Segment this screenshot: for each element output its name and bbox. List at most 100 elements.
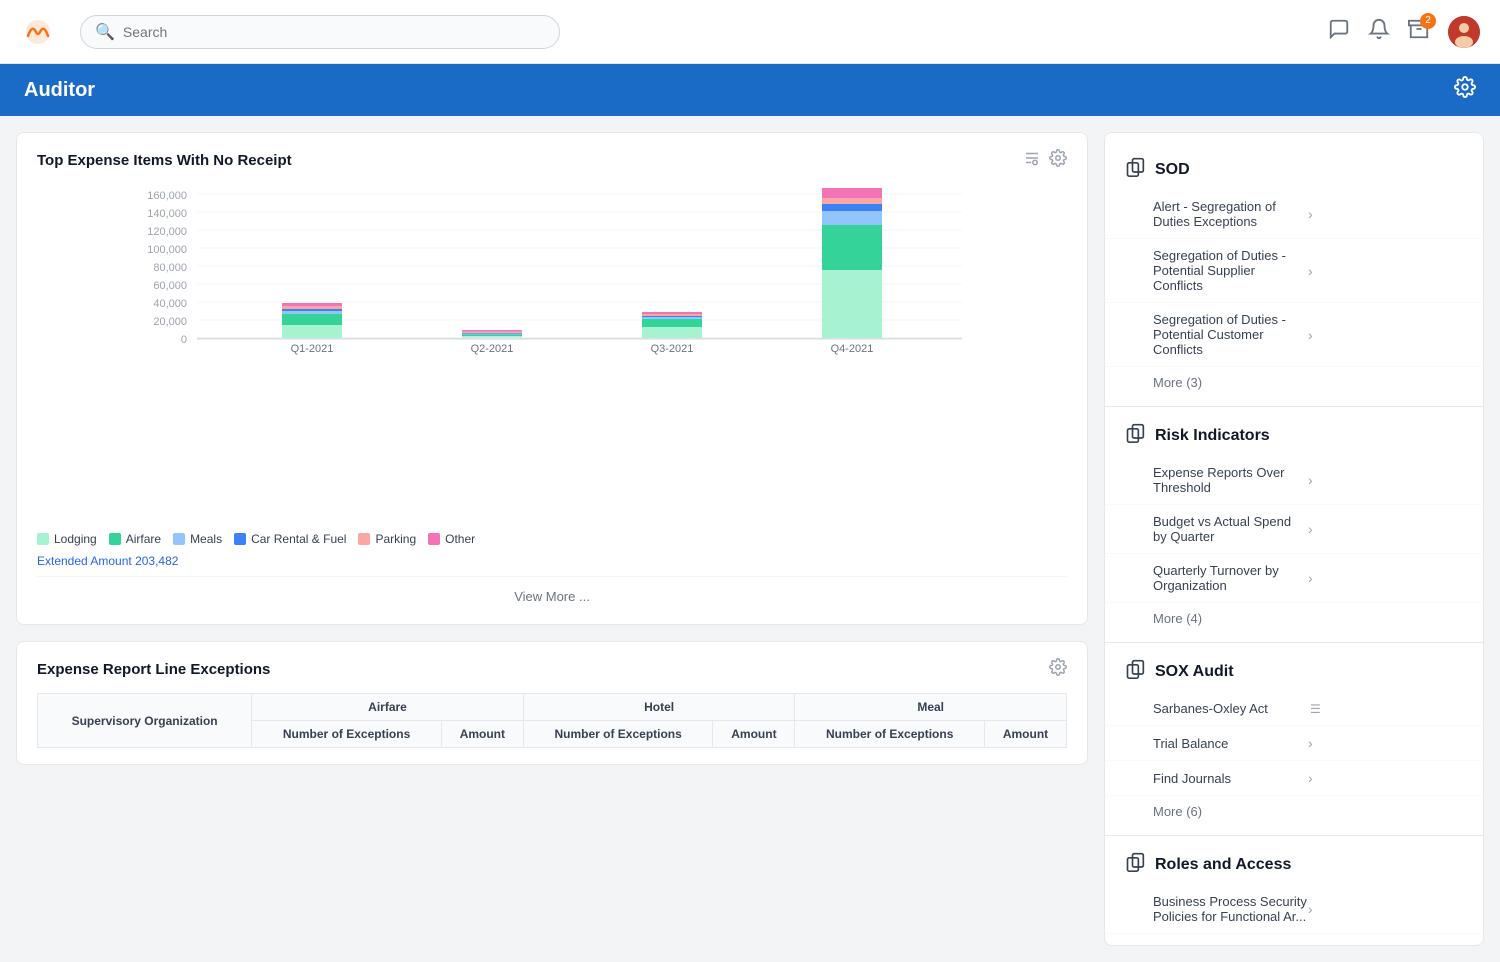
legend-car-rental: Car Rental & Fuel	[234, 532, 346, 546]
sidebar-item-find-journals[interactable]: Find Journals ›	[1105, 761, 1483, 796]
inbox-icon[interactable]: 2	[1408, 18, 1430, 46]
col-hotel-amount: Amount	[713, 721, 795, 748]
risk-more[interactable]: More (4)	[1105, 603, 1483, 634]
header-bar: Auditor	[0, 64, 1500, 116]
sod-more[interactable]: More (3)	[1105, 367, 1483, 398]
chevron-right-icon: ›	[1308, 570, 1463, 586]
divider-1	[1105, 406, 1483, 407]
col-airfare-exceptions: Number of Exceptions	[252, 721, 442, 748]
extended-amount: Extended Amount 203,482	[37, 554, 1067, 568]
legend-parking: Parking	[358, 532, 416, 546]
chat-icon[interactable]	[1328, 18, 1350, 46]
table-settings-icon[interactable]	[1049, 658, 1067, 681]
col-group-hotel: Hotel	[523, 694, 795, 721]
chevron-right-icon: ›	[1308, 521, 1463, 537]
notifications-icon[interactable]	[1368, 18, 1390, 46]
top-navigation: 🔍 2	[0, 0, 1500, 64]
sox-more[interactable]: More (6)	[1105, 796, 1483, 827]
legend-other: Other	[428, 532, 475, 546]
roles-section-header: Roles and Access	[1105, 844, 1483, 885]
chevron-right-icon: ›	[1308, 735, 1463, 751]
sidebar-item-sod-supplier[interactable]: Segregation of Duties - Potential Suppli…	[1105, 239, 1483, 303]
col-meal-exceptions: Number of Exceptions	[795, 721, 985, 748]
table-card: Expense Report Line Exceptions Superviso…	[16, 641, 1088, 765]
svg-text:140,000: 140,000	[147, 208, 187, 220]
sod-label: SOD	[1155, 161, 1190, 179]
sidebar-item-quarterly-turnover[interactable]: Quarterly Turnover by Organization ›	[1105, 554, 1483, 603]
chart-actions	[1023, 149, 1067, 172]
chart-legend: Lodging Airfare Meals Car Rental & Fuel …	[37, 532, 1067, 546]
sidebar-item-bpsp[interactable]: Business Process Security Policies for F…	[1105, 885, 1483, 934]
extended-value: 203,482	[135, 554, 178, 568]
sidebar-section-roles: Roles and Access Business Process Securi…	[1105, 844, 1483, 934]
risk-label: Risk Indicators	[1155, 427, 1270, 445]
topnav-right: 2	[1328, 16, 1480, 48]
svg-text:60,000: 60,000	[153, 280, 187, 292]
sidebar-section-sox: SOX Audit Sarbanes-Oxley Act ☰ Trial Bal…	[1105, 651, 1483, 827]
chart-svg: 160,000 140,000 120,000 100,000 80,000 6…	[37, 184, 1067, 494]
svg-text:80,000: 80,000	[153, 262, 187, 274]
legend-airfare: Airfare	[109, 532, 161, 546]
chart-title: Top Expense Items With No Receipt	[37, 152, 1023, 169]
sidebar-item-sod-customer[interactable]: Segregation of Duties - Potential Custom…	[1105, 303, 1483, 367]
svg-text:40,000: 40,000	[153, 298, 187, 310]
search-icon: 🔍	[95, 22, 115, 42]
right-sidebar: SOD Alert - Segregation of Duties Except…	[1104, 132, 1484, 946]
col-hotel-exceptions: Number of Exceptions	[523, 721, 713, 748]
sidebar-item-alert-sod[interactable]: Alert - Segregation of Duties Exceptions…	[1105, 190, 1483, 239]
search-bar[interactable]: 🔍	[80, 15, 560, 49]
col-group-airfare: Airfare	[252, 694, 524, 721]
chevron-right-icon: ›	[1308, 327, 1463, 343]
exceptions-table: Supervisory Organization Airfare Hotel M…	[37, 693, 1067, 748]
user-avatar[interactable]	[1448, 16, 1480, 48]
svg-text:120,000: 120,000	[147, 226, 187, 238]
sidebar-item-trial-balance[interactable]: Trial Balance ›	[1105, 726, 1483, 761]
main-layout: Top Expense Items With No Receipt	[0, 116, 1500, 962]
sod-section-header: SOD	[1105, 149, 1483, 190]
divider-3	[1105, 835, 1483, 836]
settings-icon[interactable]	[1454, 76, 1476, 104]
col-group-meal: Meal	[795, 694, 1067, 721]
chevron-right-icon: ›	[1308, 901, 1463, 917]
inbox-badge: 2	[1420, 13, 1436, 29]
svg-text:20,000: 20,000	[153, 316, 187, 328]
sidebar-section-sod: SOD Alert - Segregation of Duties Except…	[1105, 149, 1483, 398]
svg-text:0: 0	[181, 334, 187, 346]
divider-2	[1105, 642, 1483, 643]
sox-label: SOX Audit	[1155, 663, 1234, 681]
sarbanes-indicator: ☰	[1310, 702, 1463, 716]
chevron-right-icon: ›	[1308, 206, 1463, 222]
chevron-right-icon: ›	[1308, 263, 1463, 279]
svg-text:100,000: 100,000	[147, 244, 187, 256]
view-more-button[interactable]: View More ...	[37, 576, 1067, 608]
svg-text:Q3-2021: Q3-2021	[651, 343, 694, 355]
filter-icon[interactable]	[1023, 149, 1041, 172]
page-title: Auditor	[24, 79, 95, 102]
sidebar-item-budget-vs-actual[interactable]: Budget vs Actual Spend by Quarter ›	[1105, 505, 1483, 554]
table-title: Expense Report Line Exceptions	[37, 661, 1049, 678]
roles-icon	[1125, 852, 1145, 877]
search-input[interactable]	[123, 24, 545, 40]
sidebar-section-risk: Risk Indicators Expense Reports Over Thr…	[1105, 415, 1483, 634]
sidebar-item-sarbanes[interactable]: Sarbanes-Oxley Act ☰	[1105, 692, 1483, 726]
col-meal-amount: Amount	[985, 721, 1067, 748]
col-supervisory-org: Supervisory Organization	[38, 694, 252, 748]
svg-text:Q4-2021: Q4-2021	[831, 343, 874, 355]
svg-text:Q1-2021: Q1-2021	[291, 343, 334, 355]
chart-card-header: Top Expense Items With No Receipt	[37, 149, 1067, 172]
left-content: Top Expense Items With No Receipt	[16, 132, 1104, 946]
sod-icon	[1125, 157, 1145, 182]
sox-section-header: SOX Audit	[1105, 651, 1483, 692]
bar-chart: 160,000 140,000 120,000 100,000 80,000 6…	[37, 184, 1067, 524]
legend-lodging: Lodging	[37, 532, 97, 546]
risk-icon	[1125, 423, 1145, 448]
sox-icon	[1125, 659, 1145, 684]
col-airfare-amount: Amount	[441, 721, 523, 748]
risk-section-header: Risk Indicators	[1105, 415, 1483, 456]
sidebar-item-expense-threshold[interactable]: Expense Reports Over Threshold ›	[1105, 456, 1483, 505]
chart-card: Top Expense Items With No Receipt	[16, 132, 1088, 625]
chevron-right-icon: ›	[1308, 472, 1463, 488]
workday-logo[interactable]	[20, 14, 56, 50]
gear-icon[interactable]	[1049, 149, 1067, 172]
svg-text:Q2-2021: Q2-2021	[471, 343, 514, 355]
